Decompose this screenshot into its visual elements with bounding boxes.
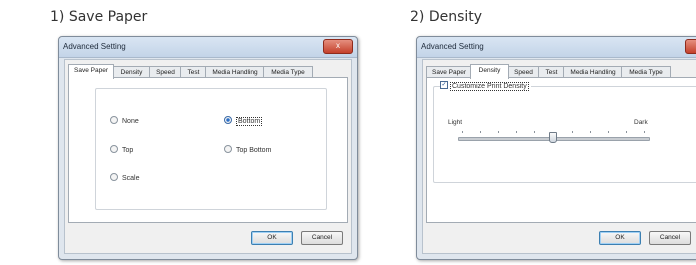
density-slider-thumb[interactable] [549,132,557,143]
light-label: Light [448,119,463,126]
print-density-group: ✓ Customize Print Density Light Dark [433,81,696,183]
density-panel: ✓ Customize Print Density Light Dark [426,77,696,223]
customize-print-density-checkbox[interactable]: ✓ Customize Print Density [440,81,531,91]
cancel-button[interactable]: Cancel [301,231,343,245]
radio-none[interactable] [110,116,118,124]
option-top-bottom-label: Top Bottom [236,146,272,154]
radio-scale[interactable] [110,173,118,181]
tab-density[interactable]: Density [470,64,509,79]
advanced-setting-dialog-save-paper: Advanced Setting x Save Paper Density Sp… [58,36,358,260]
slider-tick [572,131,573,133]
option-top-bottom[interactable]: Top Bottom [224,145,272,154]
caption-density: 2) Density [410,9,483,25]
slider-tick [590,131,591,133]
tab-save-paper[interactable]: Save Paper [68,64,114,79]
cancel-button[interactable]: Cancel [649,231,691,245]
slider-tick [462,131,463,133]
slider-tick [644,131,645,133]
slider-tick [498,131,499,133]
title-bar[interactable]: Advanced Setting x [59,37,357,58]
slider-tick [516,131,517,133]
option-none[interactable]: None [110,116,139,125]
save-paper-panel: None Bottom Top Top Bottom Scale [68,77,348,223]
slider-tick [480,131,481,133]
dialog-title: Advanced Setting [421,42,484,51]
ok-button[interactable]: OK [251,231,293,245]
customize-print-density-label: Customize Print Density [450,81,529,91]
radio-top[interactable] [110,145,118,153]
slider-tick [534,131,535,133]
caption-save-paper: 1) Save Paper [50,9,148,25]
close-button[interactable] [685,39,696,54]
dialog-client-area: Save Paper Density Speed Test Media Hand… [422,59,696,254]
dark-label: Dark [634,119,648,126]
radio-bottom[interactable] [224,116,232,124]
advanced-setting-dialog-density: Advanced Setting Save Paper Density Spee… [416,36,696,260]
option-none-label: None [122,117,139,125]
radio-top-bottom[interactable] [224,145,232,153]
slider-tick [626,131,627,133]
option-top[interactable]: Top [110,145,134,154]
dialog-client-area: Save Paper Density Speed Test Media Hand… [64,59,352,254]
title-bar[interactable]: Advanced Setting [417,37,696,58]
option-scale[interactable]: Scale [110,173,140,182]
close-button[interactable]: x [323,39,353,54]
save-paper-options-group: None Bottom Top Top Bottom Scale [95,88,327,210]
ok-button[interactable]: OK [599,231,641,245]
slider-tick [608,131,609,133]
option-top-label: Top [122,146,134,154]
option-scale-label: Scale [122,174,140,182]
option-bottom[interactable]: Bottom [224,116,263,126]
customize-check-icon[interactable]: ✓ [440,81,448,89]
option-bottom-label: Bottom [236,116,263,126]
dialog-title: Advanced Setting [63,42,126,51]
